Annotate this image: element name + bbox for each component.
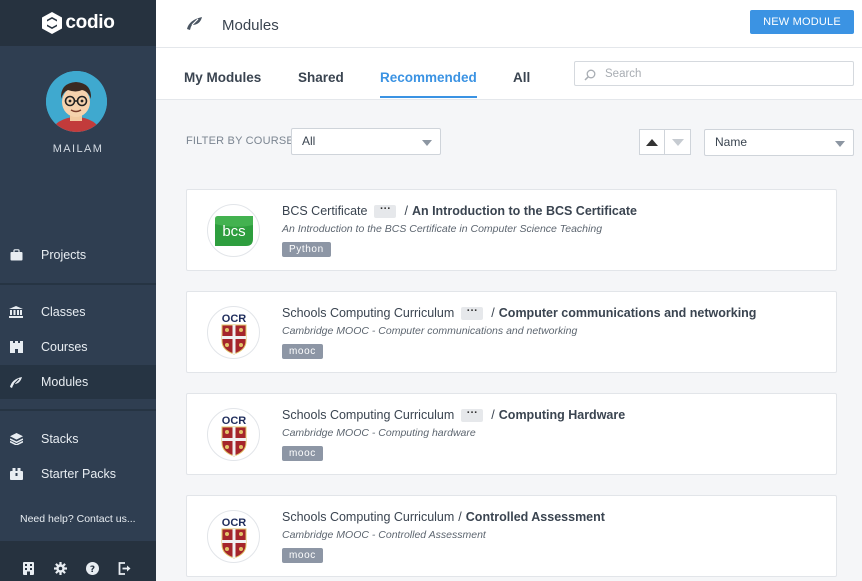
sidebar-item-label: Modules — [41, 375, 89, 389]
logo-text: codio — [65, 12, 115, 33]
codio-logo[interactable]: codio — [41, 11, 115, 35]
module-card[interactable]: OCR Schools Computing Curriculum ··· / C… — [186, 291, 837, 373]
tab-my-modules[interactable]: My Modules — [184, 70, 261, 85]
sidebar-item-classes[interactable]: Classes — [0, 295, 156, 329]
sidebar-item-projects[interactable]: Projects — [0, 238, 156, 272]
stack-icon — [9, 432, 23, 446]
top-header: Modules NEW MODULE — [156, 0, 862, 48]
course-name[interactable]: BCS Certificate — [282, 204, 367, 218]
course-name[interactable]: Schools Computing Curriculum — [282, 408, 454, 422]
sidebar: codio MAILAM Projects Classes Courses Mo… — [0, 0, 156, 581]
module-name[interactable]: Controlled Assessment — [466, 510, 605, 524]
ocr-logo: OCR — [207, 306, 260, 359]
module-icon — [9, 375, 23, 389]
institution-icon — [9, 305, 23, 319]
course-name[interactable]: Schools Computing Curriculum — [282, 306, 454, 320]
sidebar-item-starter-packs[interactable]: Starter Packs — [0, 457, 156, 491]
filter-label: FILTER BY COURSE — [186, 135, 294, 147]
path-separator: / — [458, 510, 462, 524]
sidebar-footer: ? — [0, 541, 156, 581]
module-card[interactable]: bcs BCS Certificate ··· / An Introductio… — [186, 189, 837, 271]
module-tag: mooc — [282, 446, 323, 461]
module-name[interactable]: An Introduction to the BCS Certificate — [412, 204, 637, 218]
ocr-logo: OCR — [207, 408, 260, 461]
tab-recommended[interactable]: Recommended — [380, 70, 477, 85]
module-title-line: Schools Computing Curriculum ··· / Compu… — [282, 305, 757, 320]
ocr-logo: OCR — [207, 510, 260, 563]
module-description: Cambridge MOOC - Controlled Assessment — [282, 529, 486, 541]
module-card[interactable]: OCR Schools Computing Curriculum / Contr… — [186, 495, 837, 577]
module-tag: mooc — [282, 548, 323, 563]
help-link[interactable]: Need help? Contact us... — [20, 513, 136, 525]
codio-hex-icon — [42, 12, 63, 34]
module-tag: Python — [282, 242, 331, 257]
module-tag: mooc — [282, 344, 323, 359]
path-separator: / — [491, 306, 495, 320]
sidebar-item-label: Starter Packs — [41, 467, 117, 481]
sidebar-item-label: Courses — [41, 340, 88, 354]
gear-icon[interactable] — [53, 561, 67, 575]
module-icon — [186, 16, 203, 35]
briefcase-icon — [9, 248, 23, 262]
page-title: Modules — [222, 17, 279, 34]
starter-pack-icon — [9, 467, 23, 481]
module-description: An Introduction to the BCS Certificate i… — [282, 223, 603, 235]
svg-text:OCR: OCR — [221, 415, 246, 427]
username: MAILAM — [52, 143, 104, 155]
building-icon[interactable] — [21, 561, 35, 575]
sort-descending-button[interactable] — [665, 129, 691, 155]
tab-shared[interactable]: Shared — [298, 70, 344, 85]
sidebar-item-stacks[interactable]: Stacks — [0, 422, 156, 456]
sidebar-item-label: Stacks — [41, 432, 79, 446]
svg-text:bcs: bcs — [222, 223, 245, 240]
chevron-down-icon — [422, 140, 432, 146]
caret-down-icon — [671, 138, 684, 146]
svg-text:OCR: OCR — [221, 517, 246, 529]
new-module-button[interactable]: NEW MODULE — [750, 10, 854, 34]
sidebar-item-courses[interactable]: Courses — [0, 330, 156, 364]
sort-value: Name — [715, 135, 748, 149]
caret-up-icon — [646, 138, 658, 146]
search-input[interactable] — [605, 66, 845, 82]
sort-ascending-button[interactable] — [639, 129, 665, 155]
module-card[interactable]: OCR Schools Computing Curriculum ··· / C… — [186, 393, 837, 475]
search-box[interactable] — [574, 61, 854, 86]
sort-select[interactable]: Name — [704, 129, 854, 156]
module-title-line: Schools Computing Curriculum ··· / Compu… — [282, 407, 625, 422]
help-icon[interactable]: ? — [85, 561, 99, 575]
course-name[interactable]: Schools Computing Curriculum — [282, 510, 454, 524]
module-description: Cambridge MOOC - Computing hardware — [282, 427, 476, 439]
sidebar-divider — [0, 409, 156, 411]
more-button[interactable]: ··· — [461, 407, 484, 422]
avatar-image — [46, 71, 107, 132]
svg-text:OCR: OCR — [221, 313, 246, 325]
logout-icon[interactable] — [117, 561, 131, 575]
course-filter-value: All — [302, 134, 316, 148]
module-name[interactable]: Computer communications and networking — [499, 306, 757, 320]
bcs-logo: bcs — [207, 204, 260, 257]
tab-all[interactable]: All — [513, 70, 530, 85]
sidebar-item-modules[interactable]: Modules — [0, 365, 156, 399]
sidebar-divider — [0, 283, 156, 285]
active-tab-indicator — [380, 96, 477, 98]
module-title-line: BCS Certificate ··· / An Introduction to… — [282, 203, 637, 218]
svg-text:?: ? — [89, 565, 94, 575]
course-filter-select[interactable]: All — [291, 128, 441, 155]
module-title-line: Schools Computing Curriculum / Controlle… — [282, 510, 605, 524]
more-button[interactable]: ··· — [374, 203, 397, 218]
logo-bar: codio — [0, 0, 156, 46]
module-description: Cambridge MOOC - Computer communications… — [282, 325, 578, 337]
search-icon — [584, 68, 596, 86]
chevron-down-icon — [835, 141, 845, 147]
castle-icon — [9, 340, 23, 354]
path-separator: / — [491, 408, 495, 422]
avatar[interactable] — [46, 71, 107, 132]
sidebar-item-label: Projects — [41, 248, 87, 262]
tabs-bar: My Modules Shared Recommended All — [156, 48, 862, 100]
module-name[interactable]: Computing Hardware — [499, 408, 625, 422]
sidebar-item-label: Classes — [41, 305, 86, 319]
path-separator: / — [404, 204, 408, 218]
more-button[interactable]: ··· — [461, 305, 484, 320]
